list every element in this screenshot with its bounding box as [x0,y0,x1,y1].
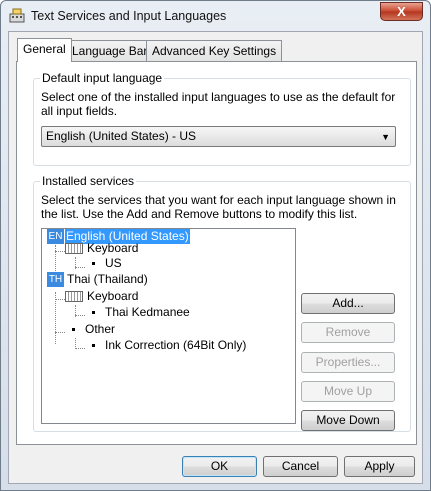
tree-node-ink-correction[interactable]: Ink Correction (64Bit Only) [105,338,246,353]
bullet-icon [92,262,95,265]
th-language-icon: TH [47,272,64,287]
default-input-language-group: Default input language Select one of the… [33,71,411,166]
dialog-window: Text Services and Input Languages X Gene… [0,0,431,491]
cancel-button[interactable]: Cancel [263,456,338,477]
tree-node-english-keyboard[interactable]: Keyboard [87,241,138,256]
bullet-icon [92,311,95,314]
remove-button[interactable]: Remove [301,322,395,343]
installed-services-tree[interactable]: EN English (United States) Keyboard US T… [41,228,296,424]
move-down-button[interactable]: Move Down [301,410,395,431]
tree-connector [75,267,85,268]
apply-button[interactable]: Apply [344,456,415,477]
installed-services-group: Installed services Select the services t… [33,174,411,432]
tree-connector [55,299,65,300]
en-language-icon: EN [47,229,64,244]
add-button[interactable]: Add... [301,293,395,314]
tab-language-bar[interactable]: Language Bar [66,40,154,61]
tree-node-thai-keyboard[interactable]: Keyboard [87,289,138,304]
window-title: Text Services and Input Languages [31,9,227,23]
keyboard-icon [65,243,83,254]
tab-general[interactable]: General [17,38,72,62]
dialog-client-area: General Language Bar Advanced Key Settin… [8,31,423,484]
tree-node-thai-kedmanee[interactable]: Thai Kedmanee [105,305,190,320]
title-bar[interactable]: Text Services and Input Languages X [1,1,430,31]
tree-connector [75,315,85,316]
tree-connector [75,348,85,349]
bullet-icon [72,328,75,331]
tree-node-other[interactable]: Other [85,322,115,337]
default-input-language-title: Default input language [40,71,165,85]
tree-connector [55,332,65,333]
keyboard-icon [65,291,83,302]
dropdown-arrow-icon: ▼ [381,132,390,142]
default-language-value: English (United States) - US [46,129,197,143]
installed-services-title: Installed services [40,174,137,188]
tree-connector [55,251,65,252]
default-input-description: Select one of the installed input langua… [41,90,396,118]
properties-button[interactable]: Properties... [301,352,395,373]
move-up-button[interactable]: Move Up [301,381,395,402]
tree-node-thai[interactable]: Thai (Thailand) [67,272,148,287]
installed-services-description: Select the services that you want for ea… [41,193,396,221]
bullet-icon [92,344,95,347]
tab-advanced-key-settings[interactable]: Advanced Key Settings [146,40,283,61]
tree-node-us-layout[interactable]: US [105,256,122,271]
ok-button[interactable]: OK [182,456,257,477]
default-language-dropdown[interactable]: English (United States) - US ▼ [41,126,396,147]
close-button[interactable]: X [380,2,423,21]
general-tab-panel: Default input language Select one of the… [16,61,417,445]
text-services-icon [9,8,25,23]
